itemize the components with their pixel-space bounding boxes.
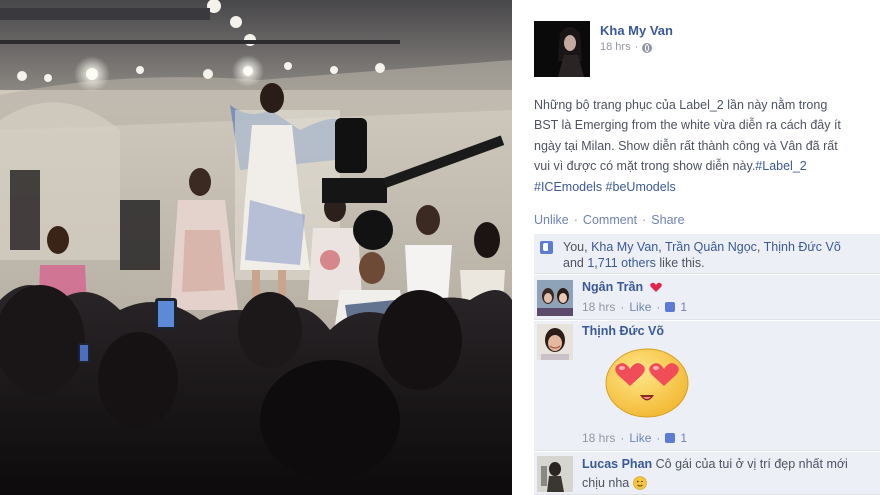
author-avatar[interactable] — [534, 21, 590, 77]
comment-text-cont: chịu nha — [582, 476, 630, 490]
commenter-name[interactable]: Lucas Phan — [582, 457, 652, 471]
heart-eyes-emoji-sticker — [604, 348, 690, 418]
separator: · — [620, 431, 625, 445]
commenter-name[interactable]: Ngân Trần — [582, 280, 643, 294]
comment-body: Lucas Phan Cô gái của tui ở vị trí đẹp n… — [582, 455, 877, 492]
heart-icon — [650, 282, 662, 292]
likes-suffix: like this. — [659, 256, 705, 270]
separator: · — [656, 431, 661, 445]
commenter-avatar[interactable] — [537, 324, 573, 360]
post-panel: Kha My Van 18 hrs · Những bộ trang phục … — [512, 0, 880, 495]
post-time[interactable]: 18 hrs — [600, 41, 631, 53]
post-text-line: ngày tại Milan. Show diễn rất thành công… — [534, 138, 838, 153]
likes-you: You, — [563, 240, 588, 254]
post-text-line: BST là Emerging from the white vừa diễn … — [534, 118, 841, 133]
runway-photo — [0, 0, 512, 495]
commenter-avatar[interactable] — [537, 280, 573, 316]
separator: · — [573, 213, 578, 227]
post-text-line: vui vì được có mặt trong show diễn này.#… — [534, 156, 874, 176]
post-text: Những bộ trang phục của Label_2 lần này … — [534, 95, 874, 197]
comment-time[interactable]: 18 hrs — [582, 300, 615, 314]
liker-link[interactable]: Trần Quân Ngọc — [665, 240, 757, 254]
separator: · — [656, 300, 661, 314]
commenter-avatar[interactable] — [537, 456, 573, 492]
globe-icon[interactable] — [642, 43, 653, 53]
post-text-line: Những bộ trang phục của Label_2 lần này … — [534, 98, 828, 112]
comment-like-link[interactable]: Like — [629, 431, 651, 445]
commenter-name[interactable]: Thịnh Đức Võ — [582, 324, 664, 338]
post-author[interactable]: Kha My Van — [600, 23, 673, 38]
liker-link[interactable]: Kha My Van — [591, 240, 658, 254]
comment-text: Cô gái của tui ở vị trí đẹp nhất mới — [655, 457, 848, 471]
unlike-link[interactable]: Unlike — [534, 213, 569, 227]
wink-emoji-icon — [632, 476, 647, 490]
separator: · — [634, 41, 639, 53]
comment-like-count[interactable]: 1 — [680, 431, 687, 445]
hashtag-link[interactable]: #Label_2 — [755, 159, 806, 173]
post-meta: 18 hrs · — [600, 41, 653, 53]
comment-meta: 18 hrs · Like · 1 — [582, 300, 687, 314]
share-link[interactable]: Share — [651, 213, 684, 227]
hashtag-links[interactable]: #ICEmodels #beUmodels — [534, 177, 874, 197]
post-text-line-part: vui vì được có mặt trong show diễn này. — [534, 159, 756, 174]
thumbs-up-icon — [540, 241, 553, 254]
comment-link[interactable]: Comment — [583, 213, 637, 227]
comment-meta: 18 hrs · Like · 1 — [582, 431, 687, 445]
likes-and: and — [563, 256, 584, 270]
comment-time[interactable]: 18 hrs — [582, 431, 615, 445]
likes-summary: You, Kha My Van, Trần Quân Ngọc, Thịnh Đ… — [534, 234, 880, 274]
thumbs-up-icon — [665, 433, 676, 443]
separator: · — [620, 300, 625, 314]
comment-like-count[interactable]: 1 — [680, 300, 687, 314]
liker-link[interactable]: Thịnh Đức Võ — [764, 240, 841, 254]
comment-item: Thịnh Đức Võ 18 hrs · Like · 1 — [534, 321, 880, 451]
comment-item: Ngân Trần 18 hrs · Like · 1 — [534, 275, 880, 320]
separator: · — [642, 213, 647, 227]
thumbs-up-icon — [665, 302, 676, 312]
likes-others-link[interactable]: 1,711 others — [587, 256, 656, 270]
comment-item: Lucas Phan Cô gái của tui ở vị trí đẹp n… — [534, 452, 880, 495]
comment-like-link[interactable]: Like — [629, 300, 651, 314]
post-actions: Unlike · Comment · Share — [534, 213, 685, 227]
likes-text: You, Kha My Van, Trần Quân Ngọc, Thịnh Đ… — [563, 240, 841, 270]
